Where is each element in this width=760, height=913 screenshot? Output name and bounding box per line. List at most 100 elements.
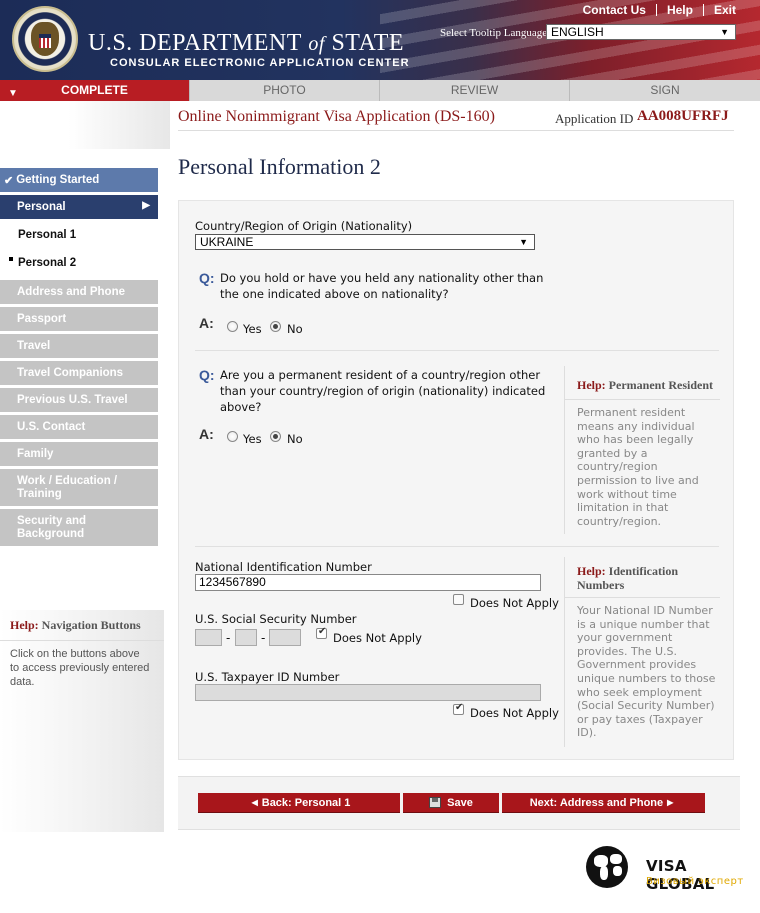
help-prefix: Help: [577,564,606,578]
does-not-apply-label: Does Not Apply [470,706,559,720]
sidebar-item-travel[interactable]: Travel [0,334,158,358]
sidebar-item-label: Getting Started [16,174,100,186]
progress-tabs: ▼ COMPLETE PHOTO REVIEW SIGN [0,80,760,101]
radio-label-yes: Yes [243,432,262,446]
permanent-resident-no-radio[interactable] [270,431,281,442]
help-title-text: Permanent Resident [608,378,713,392]
question-other-nationality: Do you hold or have you held any nationa… [220,271,544,301]
help-link[interactable]: Help [657,3,703,17]
ssn-part1-input[interactable] [195,629,222,646]
tooltip-language-select[interactable]: ENGLISH ▼ [546,24,736,40]
answer-marker: A: [199,426,214,442]
visa-global-tagline: Визовый эксперт [646,876,744,887]
tab-complete[interactable]: ▼ COMPLETE [0,80,190,101]
center-title: CONSULAR ELECTRONIC APPLICATION CENTER [110,57,410,69]
ssn-dash: - [226,631,231,645]
taxpayer-does-not-apply-checkbox[interactable] [453,702,464,715]
tooltip-language-label: Select Tooltip Language [440,27,548,39]
help-text: Permanent resident means any individual … [577,406,699,528]
taxpayer-id-input[interactable] [195,684,541,701]
ssn-part3-input[interactable] [269,629,301,646]
sidebar-item-address-phone[interactable]: Address and Phone [0,280,158,304]
navigation-help-box: Help: Navigation Buttons Click on the bu… [0,610,164,832]
back-button-label: Back: Personal 1 [261,796,351,809]
sidebar-item-previous-us-travel[interactable]: Previous U.S. Travel [0,388,158,412]
sidebar-item-personal[interactable]: Personal ▶ [0,195,158,219]
national-id-label: National Identification Number [195,560,372,574]
does-not-apply-label: Does Not Apply [470,596,559,610]
help-title: Help: Identification Numbers [577,564,717,592]
national-id-input[interactable]: 1234567890 [195,574,541,591]
sidebar-item-passport[interactable]: Passport [0,307,158,331]
back-button[interactable]: ◀ Back: Personal 1 [198,793,400,812]
application-id-label: Application ID [555,111,634,126]
ssn-dash: - [261,631,266,645]
divider [0,640,164,641]
site-header: U.S. Department of State CONSULAR ELECTR… [0,0,760,80]
other-nationality-yes-radio[interactable] [227,321,238,332]
divider [565,399,720,400]
sidebar-item-getting-started[interactable]: ✔ Getting Started [0,168,158,192]
globe-logo-icon [586,846,628,888]
sidebar-nav: ✔ Getting Started Personal ▶ Personal 1 … [0,168,158,549]
tab-complete-label: COMPLETE [61,83,128,97]
radio-label-no: No [287,432,303,446]
next-button[interactable]: Next: Address and Phone ▶ [502,793,705,812]
radio-label-no: No [287,322,303,336]
shield-icon [39,34,51,48]
check-icon: ✔ [4,174,14,187]
sidebar-item-label: Personal 1 [18,229,77,241]
sidebar-item-us-contact[interactable]: U.S. Contact [0,415,158,439]
tab-review[interactable]: REVIEW [380,80,570,101]
current-page-bullet-icon [9,257,13,261]
nationality-select[interactable]: UKRAINE ▼ [195,234,535,250]
identification-numbers-help: Help: Identification Numbers Your Nation… [564,557,724,747]
dropdown-arrow-icon: ▼ [720,27,729,37]
sidebar-item-label: Training [17,487,62,500]
dept-title-of: of [308,33,325,55]
ssn-part2-input[interactable] [235,629,257,646]
sidebar-item-label: Personal [17,201,66,213]
question-marker: Q: [199,367,215,383]
visa-global-name: VISA GLOBAL [646,857,715,893]
page-title: Personal Information 2 [178,154,381,179]
sidebar-item-label: Security and [17,514,87,527]
sidebar-subitem-personal-2[interactable]: Personal 2 [0,248,158,278]
form-panel: Country/Region of Origin (Nationality) U… [178,200,734,760]
chevron-right-icon: ▶ [142,200,150,211]
sidebar-item-label: Work / Education / [17,474,118,487]
exit-link[interactable]: Exit [704,3,746,17]
application-id-value: AA008UFRFJ [637,108,729,124]
department-seal-icon [12,6,78,72]
navigation-help-text: Click on the buttons above to access pre… [10,648,150,688]
next-button-label: Next: Address and Phone [529,796,664,809]
help-text: Your National ID Number is a unique numb… [577,604,716,740]
nationality-value: UKRAINE [200,235,254,249]
tab-photo[interactable]: PHOTO [190,80,380,101]
triangle-left-icon: ◀ [251,798,258,807]
radio-label-yes: Yes [243,322,262,336]
sidebar-item-security-background[interactable]: Security and Background [0,509,158,546]
ssn-does-not-apply-checkbox[interactable] [316,626,327,639]
answer-marker: A: [199,315,214,331]
sidebar-item-travel-companions[interactable]: Travel Companions [0,361,158,385]
top-links: Contact Us Help Exit [573,2,746,18]
tooltip-language-value: ENGLISH [551,25,604,39]
sidebar-item-work-education[interactable]: Work / Education / Training [0,469,158,506]
national-id-does-not-apply-checkbox[interactable] [453,594,464,605]
does-not-apply-label: Does Not Apply [333,631,422,645]
permanent-resident-yes-radio[interactable] [227,431,238,442]
sidebar-subitem-personal-1[interactable]: Personal 1 [0,222,158,248]
save-button[interactable]: Save [403,793,499,812]
other-nationality-no-radio[interactable] [270,321,281,332]
application-title: Online Nonimmigrant Visa Application (DS… [178,108,495,125]
help-title: Navigation Buttons [41,618,141,632]
contact-us-link[interactable]: Contact Us [573,3,656,17]
sidebar-item-family[interactable]: Family [0,442,158,466]
help-title: Help: Permanent Resident [577,378,713,392]
tab-sign[interactable]: SIGN [570,80,760,101]
triangle-right-icon: ▶ [667,798,674,807]
dropdown-arrow-icon: ▼ [519,237,528,247]
help-prefix: Help: [10,618,39,632]
taxpayer-id-label: U.S. Taxpayer ID Number [195,670,340,684]
